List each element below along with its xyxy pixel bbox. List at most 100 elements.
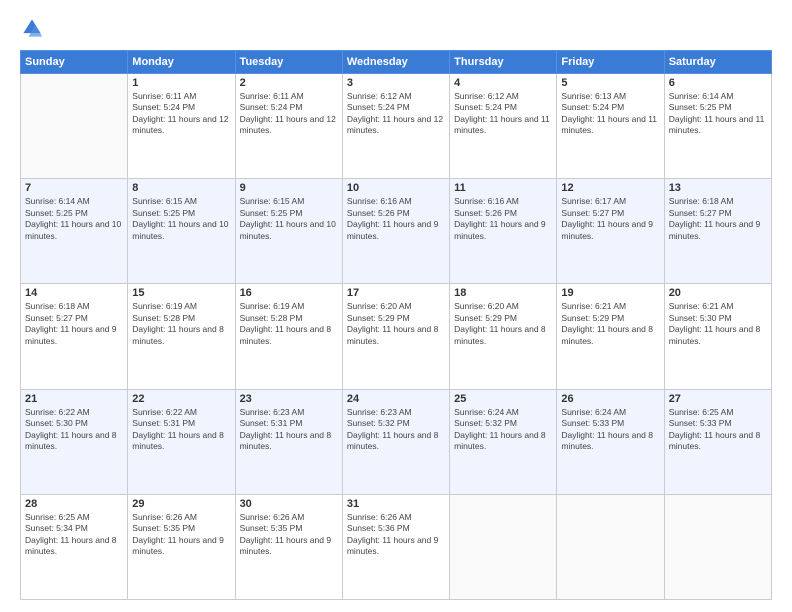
calendar-cell: 26 Sunrise: 6:24 AMSunset: 5:33 PMDayligh… — [557, 389, 664, 494]
day-number: 19 — [561, 287, 659, 299]
cell-sun-info: Sunrise: 6:24 AMSunset: 5:33 PMDaylight:… — [561, 407, 659, 453]
calendar-cell: 15 Sunrise: 6:19 AMSunset: 5:28 PMDayligh… — [128, 284, 235, 389]
cell-sun-info: Sunrise: 6:11 AMSunset: 5:24 PMDaylight:… — [132, 91, 230, 137]
cell-sun-info: Sunrise: 6:12 AMSunset: 5:24 PMDaylight:… — [454, 91, 552, 137]
calendar-cell — [557, 494, 664, 599]
cell-sun-info: Sunrise: 6:16 AMSunset: 5:26 PMDaylight:… — [347, 196, 445, 242]
calendar-table: SundayMondayTuesdayWednesdayThursdayFrid… — [20, 50, 772, 600]
cell-sun-info: Sunrise: 6:25 AMSunset: 5:34 PMDaylight:… — [25, 512, 123, 558]
calendar-cell: 7 Sunrise: 6:14 AMSunset: 5:25 PMDaylight… — [21, 179, 128, 284]
cell-sun-info: Sunrise: 6:13 AMSunset: 5:24 PMDaylight:… — [561, 91, 659, 137]
calendar-cell: 21 Sunrise: 6:22 AMSunset: 5:30 PMDayligh… — [21, 389, 128, 494]
cell-sun-info: Sunrise: 6:14 AMSunset: 5:25 PMDaylight:… — [25, 196, 123, 242]
logo-icon — [20, 16, 44, 40]
day-number: 9 — [240, 182, 338, 194]
cell-sun-info: Sunrise: 6:18 AMSunset: 5:27 PMDaylight:… — [25, 301, 123, 347]
day-number: 11 — [454, 182, 552, 194]
calendar-day-header: Tuesday — [235, 51, 342, 74]
day-number: 12 — [561, 182, 659, 194]
calendar-day-header: Thursday — [450, 51, 557, 74]
calendar-cell: 6 Sunrise: 6:14 AMSunset: 5:25 PMDaylight… — [664, 74, 771, 179]
cell-sun-info: Sunrise: 6:15 AMSunset: 5:25 PMDaylight:… — [132, 196, 230, 242]
day-number: 16 — [240, 287, 338, 299]
calendar-cell: 27Sunrise: 6:25 AMSunset: 5:33 PMDayligh… — [664, 389, 771, 494]
calendar-week-row: 14 Sunrise: 6:18 AMSunset: 5:27 PMDayligh… — [21, 284, 772, 389]
calendar-week-row: 21 Sunrise: 6:22 AMSunset: 5:30 PMDayligh… — [21, 389, 772, 494]
day-number: 17 — [347, 287, 445, 299]
calendar-cell: 2 Sunrise: 6:11 AMSunset: 5:24 PMDaylight… — [235, 74, 342, 179]
cell-sun-info: Sunrise: 6:16 AMSunset: 5:26 PMDaylight:… — [454, 196, 552, 242]
cell-sun-info: Sunrise: 6:11 AMSunset: 5:24 PMDaylight:… — [240, 91, 338, 137]
calendar-cell: 20Sunrise: 6:21 AMSunset: 5:30 PMDayligh… — [664, 284, 771, 389]
calendar-cell: 1 Sunrise: 6:11 AMSunset: 5:24 PMDaylight… — [128, 74, 235, 179]
cell-sun-info: Sunrise: 6:24 AMSunset: 5:32 PMDaylight:… — [454, 407, 552, 453]
calendar-day-header: Monday — [128, 51, 235, 74]
day-number: 6 — [669, 77, 767, 89]
day-number: 24 — [347, 393, 445, 405]
calendar-cell: 31Sunrise: 6:26 AMSunset: 5:36 PMDayligh… — [342, 494, 449, 599]
day-number: 5 — [561, 77, 659, 89]
cell-sun-info: Sunrise: 6:12 AMSunset: 5:24 PMDaylight:… — [347, 91, 445, 137]
cell-sun-info: Sunrise: 6:20 AMSunset: 5:29 PMDaylight:… — [454, 301, 552, 347]
calendar-cell: 30 Sunrise: 6:26 AMSunset: 5:35 PMDayligh… — [235, 494, 342, 599]
calendar-cell — [450, 494, 557, 599]
header — [20, 16, 772, 40]
calendar-day-header: Sunday — [21, 51, 128, 74]
calendar-cell: 12 Sunrise: 6:17 AMSunset: 5:27 PMDayligh… — [557, 179, 664, 284]
page: SundayMondayTuesdayWednesdayThursdayFrid… — [0, 0, 792, 612]
calendar-cell: 9 Sunrise: 6:15 AMSunset: 5:25 PMDaylight… — [235, 179, 342, 284]
logo — [20, 16, 48, 40]
day-number: 8 — [132, 182, 230, 194]
cell-sun-info: Sunrise: 6:25 AMSunset: 5:33 PMDaylight:… — [669, 407, 767, 453]
calendar-cell: 10Sunrise: 6:16 AMSunset: 5:26 PMDayligh… — [342, 179, 449, 284]
calendar-week-row: 7 Sunrise: 6:14 AMSunset: 5:25 PMDaylight… — [21, 179, 772, 284]
cell-sun-info: Sunrise: 6:26 AMSunset: 5:36 PMDaylight:… — [347, 512, 445, 558]
calendar-cell: 28 Sunrise: 6:25 AMSunset: 5:34 PMDayligh… — [21, 494, 128, 599]
cell-sun-info: Sunrise: 6:23 AMSunset: 5:32 PMDaylight:… — [347, 407, 445, 453]
calendar-cell: 5 Sunrise: 6:13 AMSunset: 5:24 PMDaylight… — [557, 74, 664, 179]
calendar-cell: 11 Sunrise: 6:16 AMSunset: 5:26 PMDayligh… — [450, 179, 557, 284]
day-number: 2 — [240, 77, 338, 89]
calendar-cell: 4 Sunrise: 6:12 AMSunset: 5:24 PMDaylight… — [450, 74, 557, 179]
cell-sun-info: Sunrise: 6:19 AMSunset: 5:28 PMDaylight:… — [240, 301, 338, 347]
calendar-cell: 13Sunrise: 6:18 AMSunset: 5:27 PMDayligh… — [664, 179, 771, 284]
day-number: 22 — [132, 393, 230, 405]
cell-sun-info: Sunrise: 6:20 AMSunset: 5:29 PMDaylight:… — [347, 301, 445, 347]
calendar-cell: 8 Sunrise: 6:15 AMSunset: 5:25 PMDaylight… — [128, 179, 235, 284]
day-number: 30 — [240, 498, 338, 510]
day-number: 28 — [25, 498, 123, 510]
day-number: 29 — [132, 498, 230, 510]
calendar-cell — [664, 494, 771, 599]
cell-sun-info: Sunrise: 6:14 AMSunset: 5:25 PMDaylight:… — [669, 91, 767, 137]
day-number: 21 — [25, 393, 123, 405]
cell-sun-info: Sunrise: 6:26 AMSunset: 5:35 PMDaylight:… — [132, 512, 230, 558]
calendar-cell: 19Sunrise: 6:21 AMSunset: 5:29 PMDayligh… — [557, 284, 664, 389]
calendar-cell: 23 Sunrise: 6:23 AMSunset: 5:31 PMDayligh… — [235, 389, 342, 494]
cell-sun-info: Sunrise: 6:26 AMSunset: 5:35 PMDaylight:… — [240, 512, 338, 558]
calendar-cell: 25Sunrise: 6:24 AMSunset: 5:32 PMDayligh… — [450, 389, 557, 494]
day-number: 18 — [454, 287, 552, 299]
cell-sun-info: Sunrise: 6:17 AMSunset: 5:27 PMDaylight:… — [561, 196, 659, 242]
cell-sun-info: Sunrise: 6:18 AMSunset: 5:27 PMDaylight:… — [669, 196, 767, 242]
day-number: 3 — [347, 77, 445, 89]
calendar-day-header: Friday — [557, 51, 664, 74]
day-number: 23 — [240, 393, 338, 405]
day-number: 4 — [454, 77, 552, 89]
day-number: 26 — [561, 393, 659, 405]
cell-sun-info: Sunrise: 6:22 AMSunset: 5:31 PMDaylight:… — [132, 407, 230, 453]
calendar-cell: 17 Sunrise: 6:20 AMSunset: 5:29 PMDayligh… — [342, 284, 449, 389]
calendar-cell: 14 Sunrise: 6:18 AMSunset: 5:27 PMDayligh… — [21, 284, 128, 389]
day-number: 1 — [132, 77, 230, 89]
day-number: 14 — [25, 287, 123, 299]
day-number: 15 — [132, 287, 230, 299]
calendar-cell: 3 Sunrise: 6:12 AMSunset: 5:24 PMDaylight… — [342, 74, 449, 179]
calendar-cell: 18 Sunrise: 6:20 AMSunset: 5:29 PMDayligh… — [450, 284, 557, 389]
calendar-cell: 22 Sunrise: 6:22 AMSunset: 5:31 PMDayligh… — [128, 389, 235, 494]
calendar-cell — [21, 74, 128, 179]
calendar-cell: 24 Sunrise: 6:23 AMSunset: 5:32 PMDayligh… — [342, 389, 449, 494]
cell-sun-info: Sunrise: 6:22 AMSunset: 5:30 PMDaylight:… — [25, 407, 123, 453]
day-number: 7 — [25, 182, 123, 194]
cell-sun-info: Sunrise: 6:23 AMSunset: 5:31 PMDaylight:… — [240, 407, 338, 453]
cell-sun-info: Sunrise: 6:15 AMSunset: 5:25 PMDaylight:… — [240, 196, 338, 242]
cell-sun-info: Sunrise: 6:19 AMSunset: 5:28 PMDaylight:… — [132, 301, 230, 347]
